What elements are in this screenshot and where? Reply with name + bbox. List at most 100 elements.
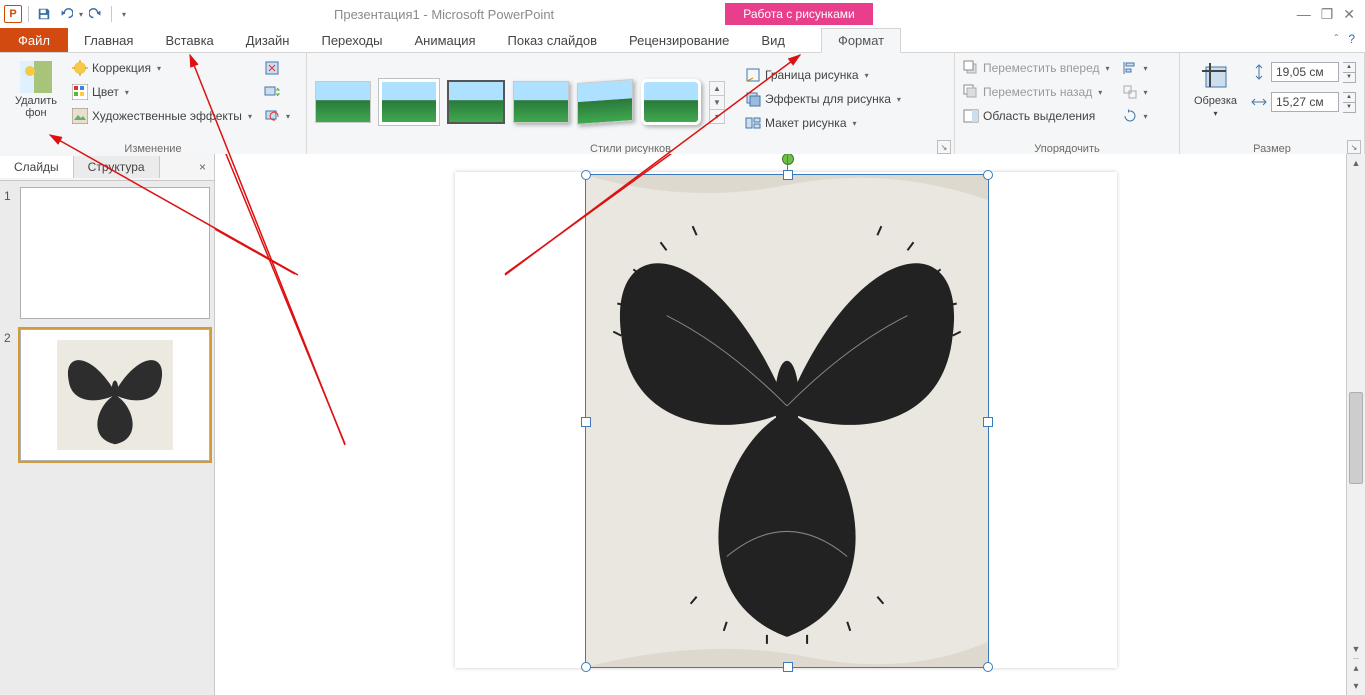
- picture-content: [586, 175, 988, 667]
- resize-handle-s[interactable]: [783, 662, 793, 672]
- rotate-button[interactable]: ▾: [1122, 105, 1148, 127]
- height-spinner[interactable]: ▲▼: [1343, 62, 1356, 83]
- send-backward-button[interactable]: Переместить назад▾: [963, 81, 1110, 103]
- picture-style-gallery[interactable]: ▲▼▾: [315, 73, 725, 125]
- slides-pane: Слайды Структура × 1 2: [0, 154, 215, 695]
- minimize-ribbon-icon[interactable]: ˆ: [1334, 32, 1338, 48]
- selection-pane-button[interactable]: Область выделения: [963, 105, 1110, 127]
- group-arrange-label: Упорядочить: [963, 141, 1171, 155]
- layout-icon: [745, 115, 761, 131]
- size-dialog-launcher[interactable]: ↘: [1347, 140, 1361, 154]
- align-icon: [1122, 60, 1138, 76]
- style-thumb-1[interactable]: [315, 81, 371, 123]
- tab-design[interactable]: Дизайн: [230, 28, 306, 52]
- scroll-thumb[interactable]: [1349, 392, 1363, 484]
- tab-animation[interactable]: Анимация: [398, 28, 491, 52]
- resize-handle-se[interactable]: [983, 662, 993, 672]
- reset-picture-button[interactable]: ▾: [264, 105, 290, 127]
- prev-slide-icon[interactable]: ▴: [1353, 659, 1358, 677]
- resize-handle-e[interactable]: [983, 417, 993, 427]
- restore-icon[interactable]: ❐: [1321, 6, 1334, 23]
- help-icon[interactable]: ?: [1348, 32, 1355, 48]
- tab-slideshow[interactable]: Показ слайдов: [492, 28, 614, 52]
- crop-label: Обрезка: [1194, 95, 1237, 107]
- gallery-scroll[interactable]: ▲▼▾: [709, 81, 725, 124]
- selection-pane-icon: [963, 108, 979, 124]
- color-button[interactable]: Цвет▾: [72, 81, 252, 103]
- slide-number: 1: [4, 187, 14, 319]
- separator: [111, 6, 112, 22]
- resize-handle-nw[interactable]: [581, 170, 591, 180]
- group-icon: [1122, 84, 1138, 100]
- send-backward-icon: [963, 84, 979, 100]
- slide-thumbnail-1[interactable]: 1: [4, 187, 210, 319]
- group-adjust: Удалить фон Коррекция▾ Цвет▾ Художествен…: [0, 53, 307, 157]
- picture-border-button[interactable]: Граница рисунка▾: [745, 64, 901, 86]
- slide-thumbnail-2[interactable]: 2: [4, 329, 210, 461]
- thumbnail-image: [55, 340, 175, 450]
- style-thumb-6[interactable]: [641, 79, 701, 125]
- resize-handle-n[interactable]: [783, 170, 793, 180]
- group-button[interactable]: ▾: [1122, 81, 1148, 103]
- resize-handle-sw[interactable]: [581, 662, 591, 672]
- pane-tab-slides[interactable]: Слайды: [0, 156, 74, 178]
- scroll-track[interactable]: [1347, 172, 1365, 640]
- ribbon: Удалить фон Коррекция▾ Цвет▾ Художествен…: [0, 53, 1365, 158]
- redo-icon[interactable]: [87, 5, 105, 23]
- styles-dialog-launcher[interactable]: ↘: [937, 140, 951, 154]
- bring-forward-icon: [963, 60, 979, 76]
- style-thumb-3[interactable]: [447, 80, 505, 124]
- width-icon: [1251, 94, 1267, 110]
- remove-background-label: Удалить фон: [8, 95, 64, 119]
- workspace: Слайды Структура × 1 2: [0, 154, 1365, 695]
- slide-canvas-area[interactable]: [215, 154, 1346, 695]
- tab-format[interactable]: Формат: [821, 28, 901, 53]
- rotate-handle[interactable]: [782, 154, 794, 165]
- undo-icon[interactable]: [57, 5, 75, 23]
- tab-view[interactable]: Вид: [745, 28, 801, 52]
- title-bar: P ▾ ▾ Презентация1 - Microsoft PowerPoin…: [0, 0, 1365, 28]
- group-adjust-label: Изменение: [8, 141, 298, 155]
- slide-canvas: [455, 172, 1117, 668]
- pane-close-icon[interactable]: ×: [191, 160, 214, 174]
- style-thumb-2[interactable]: [379, 79, 439, 125]
- height-input[interactable]: 19,05 см: [1271, 62, 1339, 82]
- change-picture-button[interactable]: [264, 81, 290, 103]
- qat-customize-icon[interactable]: ▾: [118, 10, 130, 19]
- pane-tab-outline[interactable]: Структура: [74, 156, 160, 178]
- tab-home[interactable]: Главная: [68, 28, 149, 52]
- group-size-label: Размер: [1188, 141, 1356, 155]
- compress-pictures-button[interactable]: [264, 57, 290, 79]
- artistic-effects-button[interactable]: Художественные эффекты▾: [72, 105, 252, 127]
- reset-icon: [264, 108, 280, 124]
- resize-handle-w[interactable]: [581, 417, 591, 427]
- tab-file[interactable]: Файл: [0, 28, 68, 52]
- picture-layout-button[interactable]: Макет рисунка▾: [745, 112, 901, 134]
- remove-background-button[interactable]: Удалить фон: [8, 57, 64, 119]
- crop-button[interactable]: Обрезка ▾: [1188, 57, 1243, 118]
- scroll-up-icon[interactable]: ▲: [1347, 154, 1365, 172]
- align-button[interactable]: ▾: [1122, 57, 1148, 79]
- vertical-scrollbar[interactable]: ▲ ▼ ▴ ▾: [1346, 154, 1365, 695]
- corrections-button[interactable]: Коррекция▾: [72, 57, 252, 79]
- height-icon: [1251, 64, 1267, 80]
- scroll-down-icon[interactable]: ▼: [1347, 640, 1365, 658]
- minimize-icon[interactable]: —: [1297, 6, 1311, 23]
- save-icon[interactable]: [35, 5, 53, 23]
- picture-effects-button[interactable]: Эффекты для рисунка▾: [745, 88, 901, 110]
- tab-transitions[interactable]: Переходы: [305, 28, 398, 52]
- slide-thumb-2: [20, 329, 210, 461]
- style-thumb-5[interactable]: [577, 79, 633, 125]
- close-icon[interactable]: ✕: [1343, 6, 1355, 23]
- next-slide-icon[interactable]: ▾: [1353, 677, 1358, 695]
- resize-handle-ne[interactable]: [983, 170, 993, 180]
- bring-forward-button[interactable]: Переместить вперед▾: [963, 57, 1110, 79]
- tab-insert[interactable]: Вставка: [149, 28, 229, 52]
- width-input[interactable]: 15,27 см: [1271, 92, 1339, 112]
- selected-picture[interactable]: [585, 174, 989, 668]
- separator: [28, 6, 29, 22]
- compress-icon: [264, 60, 280, 76]
- tab-review[interactable]: Рецензирование: [613, 28, 745, 52]
- style-thumb-4[interactable]: [513, 81, 569, 123]
- width-spinner[interactable]: ▲▼: [1343, 92, 1356, 113]
